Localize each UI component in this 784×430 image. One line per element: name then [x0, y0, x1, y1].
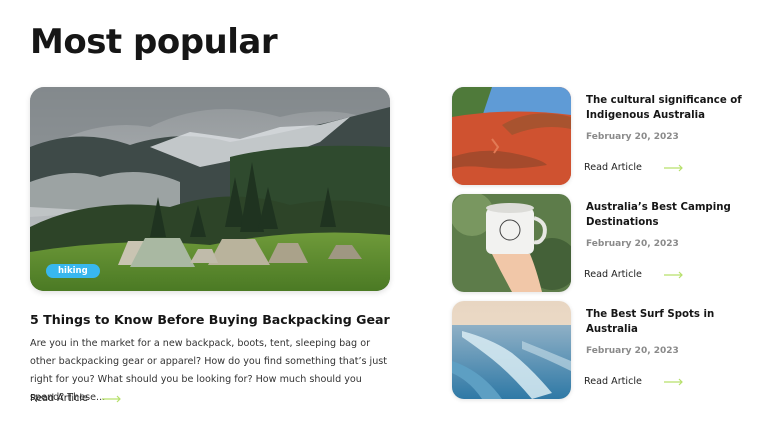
featured-article-image[interactable]: hiking [30, 87, 390, 291]
article-card-camping: Australia’s Best Camping Destinations Fe… [452, 194, 772, 292]
read-article-label: Read Article [584, 376, 642, 387]
camp-mug-photo [452, 194, 571, 292]
read-article-link[interactable]: Read Article [584, 376, 684, 387]
read-article-link[interactable]: Read Article [584, 162, 684, 173]
featured-article-card: hiking 5 Things to Know Before Buying Ba… [30, 87, 390, 404]
article-card-indigenous: The cultural significance of Indigenous … [452, 87, 772, 185]
arrow-right-icon [663, 271, 683, 278]
read-article-link[interactable]: Read Article [584, 269, 684, 280]
read-article-label: Read Article [584, 162, 642, 173]
ocean-wave-photo [452, 301, 571, 399]
article-card-surf: The Best Surf Spots in Australia Februar… [452, 301, 772, 399]
arrow-right-icon [101, 395, 121, 402]
article-image[interactable] [452, 301, 571, 399]
article-image[interactable] [452, 194, 571, 292]
article-title[interactable]: The Best Surf Spots in Australia [586, 307, 756, 337]
category-tag[interactable]: hiking [46, 264, 100, 278]
read-article-label: Read Article [584, 269, 642, 280]
arrow-right-icon [663, 378, 683, 385]
section-heading: Most popular [30, 22, 278, 62]
arrow-right-icon [663, 164, 683, 171]
article-date: February 20, 2023 [586, 239, 679, 249]
read-article-label: Read Article [30, 393, 88, 404]
article-date: February 20, 2023 [586, 132, 679, 142]
article-title[interactable]: The cultural significance of Indigenous … [586, 93, 756, 123]
article-title[interactable]: Australia’s Best Camping Destinations [586, 200, 756, 230]
featured-read-article-link[interactable]: Read Article [30, 393, 122, 404]
featured-article-title[interactable]: 5 Things to Know Before Buying Backpacki… [30, 312, 390, 327]
hands-red-sand-photo [452, 87, 571, 185]
article-date: February 20, 2023 [586, 346, 679, 356]
mountain-camp-photo [30, 87, 390, 291]
article-image[interactable] [452, 87, 571, 185]
